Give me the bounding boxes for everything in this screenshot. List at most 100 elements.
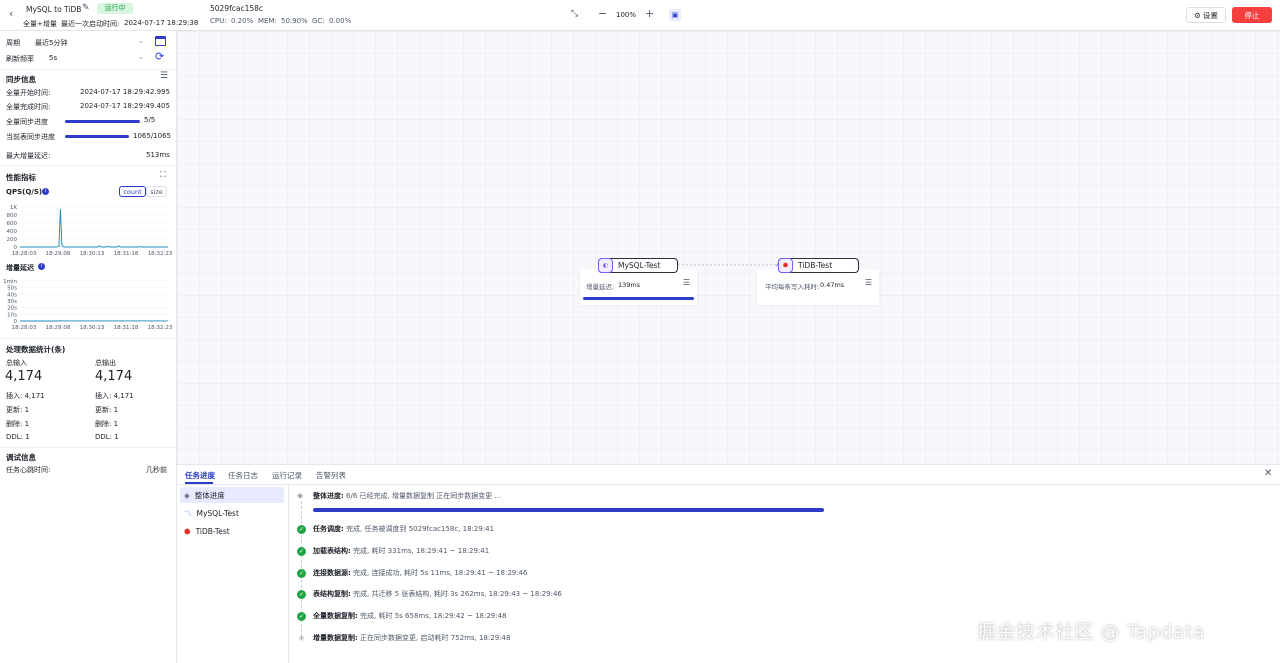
task-name: MySQL to TiDB — [26, 5, 82, 14]
watermark: 掘金技术社区 @ Tapdata — [977, 621, 1206, 643]
x-tick-label: 18:28:03 — [12, 251, 37, 257]
x-tick-label: 18:32:23 — [148, 251, 173, 257]
source-node-card[interactable]: 增量延迟: 139ms ☰ — [580, 269, 697, 305]
gear-icon: ⚙ — [1194, 10, 1201, 20]
zoom-in-icon[interactable]: + — [645, 7, 654, 20]
settings-button-label: 设置 — [1202, 10, 1218, 20]
total-out-label: 总输出 — [95, 359, 116, 367]
target-node[interactable]: ⬢ TiDB-Test — [778, 258, 859, 273]
series-line — [20, 208, 168, 248]
last-start-time: 2024-07-17 18:29:38 — [124, 19, 199, 27]
mem-value: 50.90% — [281, 17, 308, 25]
side-item-mysql[interactable]: 〽 MySQL-Test — [180, 505, 284, 521]
settings-button[interactable]: ⚙ 设置 — [1186, 7, 1226, 23]
step-detail: 完成, 连接成功, 耗时 5s 11ms, 18:29:41 ~ 18:29:4… — [353, 569, 528, 577]
table-progress-value: 1065/1065 — [133, 132, 171, 140]
period-value: 最近5分钟 — [35, 39, 68, 47]
count-button[interactable]: count — [119, 186, 146, 197]
in-ddl: DDL: 1 — [6, 433, 30, 441]
gc-value: 0.00% — [329, 17, 352, 25]
divider — [0, 165, 176, 166]
stats-title: 处理数据统计(条) — [6, 345, 66, 354]
mysql-icon: 〽 — [184, 508, 192, 518]
x-tick-label: 18:28:03 — [12, 325, 37, 331]
dag-canvas[interactable]: 增量延迟: 139ms ☰ ◐ MySQL-Test 平均每条写入耗时: 0.4… — [177, 31, 1280, 464]
step-name: 表结构复制: — [313, 590, 351, 598]
total-in-label: 总输入 — [6, 359, 27, 367]
stop-button[interactable]: 停止 — [1232, 7, 1272, 23]
refresh-icon[interactable]: ⟳ — [155, 50, 164, 63]
source-node[interactable]: ◐ MySQL-Test — [598, 258, 678, 273]
tab-alerts[interactable]: 告警列表 — [316, 470, 346, 481]
zoom-level: 100% — [616, 11, 637, 19]
mem-label: MEM: — [258, 17, 277, 25]
edge-connector — [678, 263, 780, 267]
overall-progress-text: 整体进度: 6/6 已经完成, 增量数据复制 正在同步数据变更 ... — [313, 491, 501, 501]
stop-button-label: 停止 — [1244, 10, 1260, 20]
in-delete: 删除: 1 — [6, 420, 30, 428]
step-detail: 完成, 耗时 5s 658ms, 18:29:42 ~ 18:29:48 — [360, 612, 507, 620]
x-tick-label: 18:29:08 — [46, 251, 71, 257]
layers-icon: ◈ — [184, 490, 190, 500]
edit-icon[interactable]: ✎ — [82, 3, 90, 13]
full-progress-bar — [65, 120, 140, 123]
check-icon: ✓ — [297, 590, 306, 599]
zoom-out-icon[interactable]: − — [598, 7, 607, 20]
step-row: 加载表结构: 完成, 耗时 331ms, 18:29:41 ~ 18:29:41 — [313, 546, 489, 556]
calendar-icon[interactable] — [155, 36, 166, 46]
tab-run-records[interactable]: 运行记录 — [272, 470, 302, 481]
check-icon: ✓ — [297, 525, 306, 534]
top-header: ‹ MySQL to TiDB ✎ 运行中 全量+增量 最近一次启动时间: 20… — [0, 0, 1280, 31]
y-tick-label: 1min — [3, 279, 17, 285]
list-icon[interactable]: ☰ — [683, 278, 690, 287]
layers-icon: ◈ — [297, 491, 304, 500]
y-tick-label: 20s — [7, 306, 17, 312]
step-detail: 完成, 共迁移 5 张表结构, 耗时 3s 262ms, 18:29:43 ~ … — [353, 590, 562, 598]
x-tick-label: 18:30:13 — [80, 325, 105, 331]
total-out-value: 4,174 — [95, 369, 133, 384]
step-name: 全量数据复制: — [313, 612, 358, 620]
tidb-icon: ⬢ — [778, 258, 793, 273]
list-icon[interactable]: ☰ — [865, 278, 872, 287]
delay-chart: 1min50s40s30s20s10s018:28:03 18:29:08 18:3… — [3, 279, 173, 331]
tab-progress[interactable]: 任务进度 — [185, 470, 215, 481]
side-item-label: MySQL-Test — [196, 508, 239, 518]
fullscreen-icon[interactable]: ⛶ — [160, 170, 166, 180]
chevron-down-icon: ⌄ — [138, 37, 144, 45]
back-arrow-icon[interactable]: ‹ — [9, 7, 13, 20]
check-icon: ✓ — [297, 612, 306, 621]
step-row: 表结构复制: 完成, 共迁移 5 张表结构, 耗时 3s 262ms, 18:2… — [313, 589, 562, 599]
task-id: 5029fcac158c — [210, 4, 264, 13]
out-delete: 删除: 1 — [95, 420, 119, 428]
info-icon[interactable]: i — [38, 263, 45, 270]
out-update: 更新: 1 — [95, 406, 119, 414]
status-badge: 运行中 — [97, 3, 133, 14]
side-item-overall[interactable]: ◈ 整体进度 — [180, 487, 284, 503]
minimap-icon[interactable]: ▣ — [669, 9, 681, 21]
fit-view-icon[interactable]: ⤡ — [571, 9, 578, 19]
step-name: 连接数据源: — [313, 569, 351, 577]
list-icon[interactable]: ☰ — [160, 71, 168, 81]
in-insert: 插入: 4,171 — [6, 392, 45, 400]
refresh-select[interactable]: 5s ⌄ — [46, 52, 146, 64]
close-icon[interactable]: ✕ — [1264, 468, 1272, 479]
full-progress-value: 5/5 — [144, 116, 156, 124]
refresh-label: 刷新频率 — [6, 55, 34, 63]
full-start-label: 全量开始时间: — [6, 89, 51, 97]
info-icon[interactable]: i — [42, 188, 49, 195]
debug-title: 调试信息 — [6, 453, 36, 462]
side-item-tidb[interactable]: ⬢ TiDB-Test — [180, 523, 284, 539]
side-divider — [288, 485, 289, 663]
period-select[interactable]: 最近5分钟 ⌄ — [32, 36, 146, 48]
check-icon: ✓ — [297, 547, 306, 556]
qps-label: QPS(Q/S) — [6, 188, 43, 196]
target-node-card[interactable]: 平均每条写入耗时: 0.47ms ☰ — [757, 269, 879, 305]
max-delay-value: 513ms — [146, 151, 170, 159]
step-row: 增量数据复制: 正在同步数据变更, 启动耗时 752ms, 18:29:48 — [313, 633, 510, 643]
step-name: 任务调度: — [313, 525, 344, 533]
table-progress-label: 当前表同步进度 — [6, 133, 55, 141]
tab-logs[interactable]: 任务日志 — [228, 470, 258, 481]
step-detail: 正在同步数据变更, 启动耗时 752ms, 18:29:48 — [360, 634, 511, 642]
size-button[interactable]: size — [146, 186, 167, 197]
refresh-value: 5s — [49, 54, 58, 62]
